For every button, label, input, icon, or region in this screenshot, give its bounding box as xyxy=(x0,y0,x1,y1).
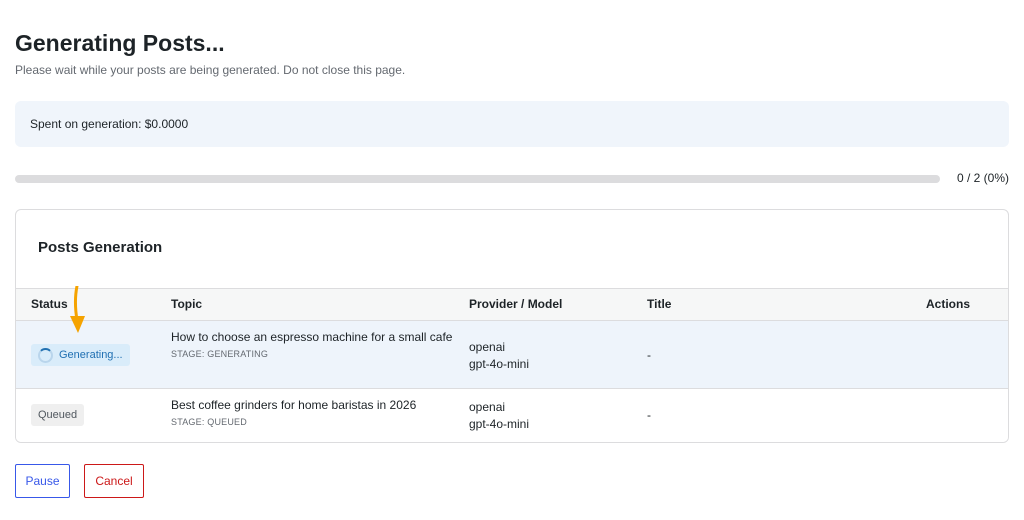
provider-name: openai xyxy=(469,400,506,414)
model-name: gpt-4o-mini xyxy=(469,417,530,431)
status-badge-generating: Generating... xyxy=(31,344,130,366)
stage-text: STAGE: GENERATING xyxy=(171,349,269,359)
posts-generation-card: Posts Generation Status Topic Provider /… xyxy=(15,209,1009,443)
card-title: Posts Generation xyxy=(38,239,163,256)
page-title: Generating Posts... xyxy=(15,30,225,56)
pause-button[interactable]: Pause xyxy=(15,464,70,498)
table-row: Queued Best coffee grinders for home bar… xyxy=(16,389,1008,442)
post-title: - xyxy=(647,348,651,362)
progress-bar xyxy=(15,175,940,183)
column-header-provider: Provider / Model xyxy=(469,297,563,311)
column-header-actions: Actions xyxy=(926,297,971,311)
model-name: gpt-4o-mini xyxy=(469,357,530,371)
stage-text: STAGE: QUEUED xyxy=(171,417,247,427)
provider-name: openai xyxy=(469,340,506,354)
column-header-topic: Topic xyxy=(171,297,203,311)
status-badge-label: Queued xyxy=(38,409,78,421)
spinner-icon xyxy=(38,347,53,363)
page-subtitle: Please wait while your posts are being g… xyxy=(15,63,406,77)
arrow-down-icon xyxy=(70,286,85,333)
progress-label: 0 / 2 (0%) xyxy=(956,171,1009,185)
cancel-button[interactable]: Cancel xyxy=(84,464,144,498)
table-header: Status Topic Provider / Model Title Acti… xyxy=(16,288,1008,321)
generation-cost-notice: Spent on generation: $0.0000 xyxy=(15,101,1009,147)
status-badge-queued: Queued xyxy=(31,404,85,426)
status-badge-label: Generating... xyxy=(59,349,123,361)
topic-text: Best coffee grinders for home baristas i… xyxy=(171,398,417,412)
column-header-status: Status xyxy=(31,297,68,311)
column-header-title: Title xyxy=(647,297,672,311)
topic-text: How to choose an espresso machine for a … xyxy=(171,330,453,344)
generation-cost-text: Spent on generation: $0.0000 xyxy=(30,117,189,131)
table-row: Generating... How to choose an espresso … xyxy=(16,321,1008,389)
post-title: - xyxy=(647,408,651,422)
